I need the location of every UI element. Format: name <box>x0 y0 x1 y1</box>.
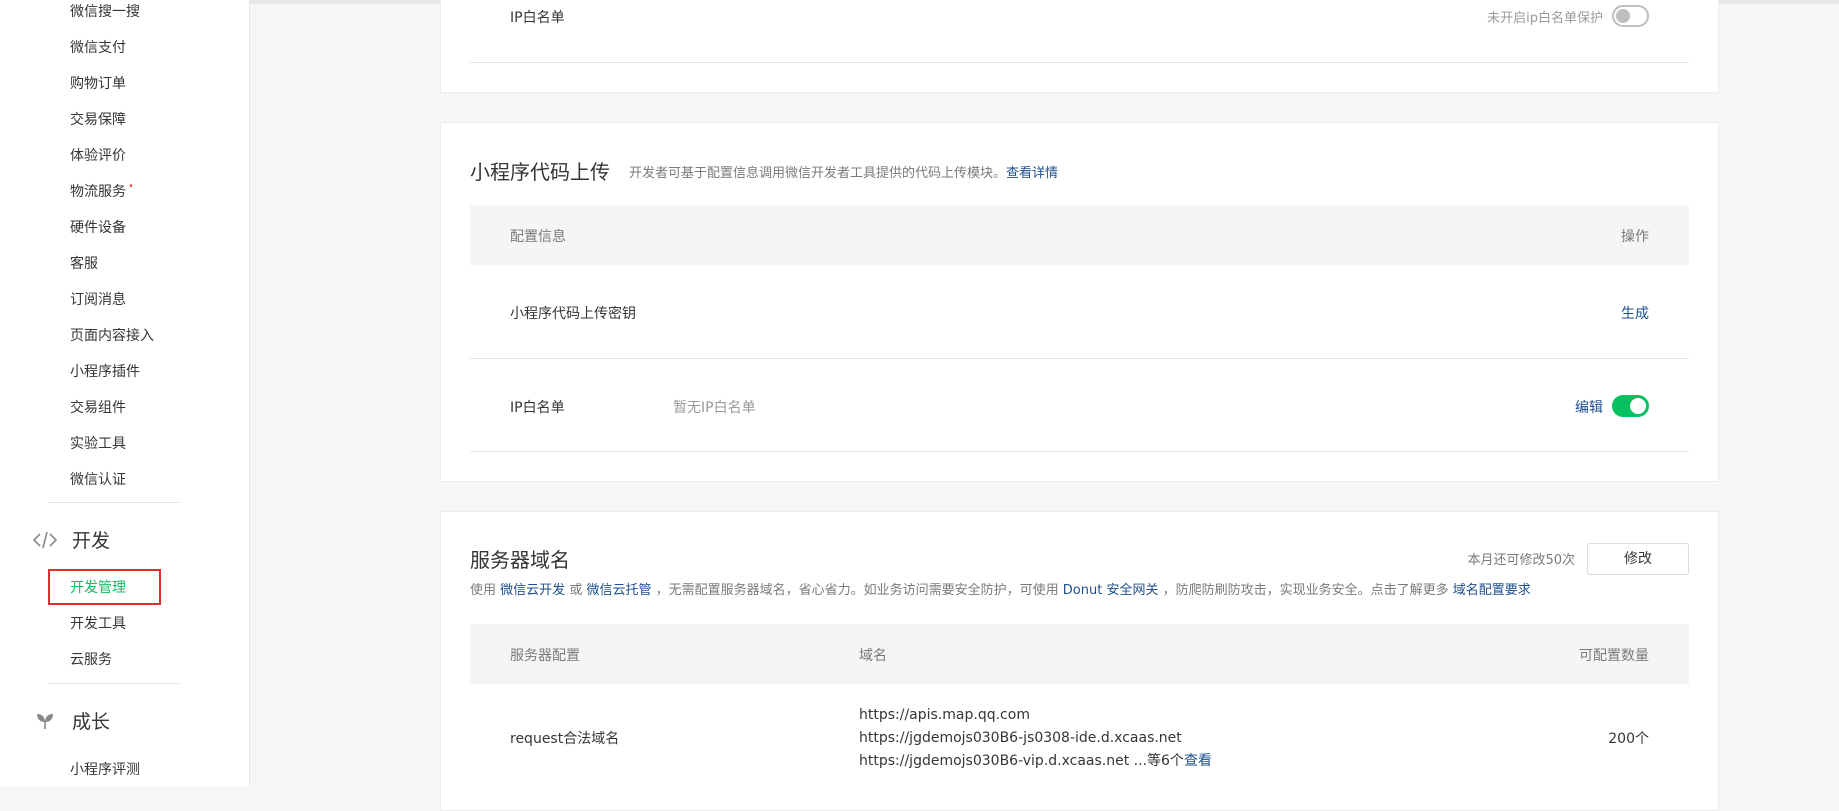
code-upload-desc: 开发者可基于配置信息调用微信开发者工具提供的代码上传模块。查看详情 <box>629 166 1059 181</box>
sidebar-item-wechat-search[interactable]: 微信搜一搜 <box>70 1 140 21</box>
sidebar-item-wechat-pay[interactable]: 微信支付 <box>70 37 126 57</box>
cloud-dev-link[interactable]: 微信云开发 <box>500 583 565 598</box>
request-domain-row: request合法域名 https://apis.map.qq.com http… <box>470 684 1689 794</box>
ip-protection-toggle[interactable] <box>1612 5 1649 27</box>
view-domains-link[interactable]: 查看 <box>1184 753 1212 769</box>
upload-key-row: 小程序代码上传密钥 生成 <box>470 265 1689 359</box>
header-action: 操作 <box>1621 229 1649 245</box>
upload-ip-whitelist-value: 暂无IP白名单 <box>673 400 756 416</box>
code-upload-title: 小程序代码上传 <box>470 160 610 184</box>
header-count: 可配置数量 <box>1579 648 1649 664</box>
code-upload-table-header: 配置信息 操作 <box>470 205 1689 265</box>
ip-whitelist-row: IP白名单 未开启ip白名单保护 <box>470 0 1689 63</box>
code-icon <box>32 529 58 551</box>
domain-entry: https://apis.map.qq.com <box>859 707 1030 723</box>
generate-key-link[interactable]: 生成 <box>1621 303 1649 323</box>
sidebar: 微信搜一搜 微信支付 购物订单 交易保障 体验评价 物流服务 • 硬件设备 客服 … <box>0 0 250 787</box>
donut-gateway-link[interactable]: Donut 安全网关 <box>1063 583 1159 598</box>
sprout-icon <box>32 710 58 732</box>
sidebar-item-evaluation[interactable]: 小程序评测 <box>70 759 140 779</box>
sidebar-item-cloud-service[interactable]: 云服务 <box>70 649 112 669</box>
modify-button[interactable]: 修改 <box>1587 543 1689 575</box>
ip-protection-status-text: 未开启ip白名单保护 <box>1487 11 1603 26</box>
server-domain-title: 服务器域名 <box>470 548 570 572</box>
header-server-config: 服务器配置 <box>510 648 580 664</box>
remaining-edits-text: 本月还可修改50次 <box>1467 553 1575 568</box>
upload-ip-whitelist-label: IP白名单 <box>510 400 565 416</box>
server-table-header: 服务器配置 域名 可配置数量 <box>470 624 1689 684</box>
header-config-info: 配置信息 <box>510 229 566 245</box>
sidebar-divider <box>48 502 180 503</box>
server-domain-desc: 使用 微信云开发 或 微信云托管 ，无需配置服务器域名，省心省力。如业务访问需要… <box>470 583 1531 598</box>
code-upload-card: 小程序代码上传 开发者可基于配置信息调用微信开发者工具提供的代码上传模块。查看详… <box>440 122 1719 482</box>
sidebar-divider <box>48 683 180 684</box>
ip-whitelist-card: IP白名单 未开启ip白名单保护 <box>440 0 1719 93</box>
sidebar-item-page-content[interactable]: 页面内容接入 <box>70 325 154 345</box>
sidebar-item-wechat-verify[interactable]: 微信认证 <box>70 469 126 489</box>
domain-requirements-link[interactable]: 域名配置要求 <box>1453 583 1531 598</box>
edit-ip-whitelist-link[interactable]: 编辑 <box>1575 397 1603 417</box>
sidebar-item-plugins[interactable]: 小程序插件 <box>70 361 140 381</box>
sidebar-item-experience-rating[interactable]: 体验评价 <box>70 145 126 165</box>
domain-entry: https://jgdemojs030B6-js0308-ide.d.xcaas… <box>859 730 1182 746</box>
sidebar-item-customer-service[interactable]: 客服 <box>70 253 98 273</box>
request-domain-list: https://apis.map.qq.com https://jgdemojs… <box>859 704 1212 773</box>
upload-ip-whitelist-toggle[interactable] <box>1612 395 1649 417</box>
sidebar-item-logistics[interactable]: 物流服务 • <box>70 181 134 201</box>
sidebar-item-subscribe-message[interactable]: 订阅消息 <box>70 289 126 309</box>
sidebar-item-trade-component[interactable]: 交易组件 <box>70 397 126 417</box>
sidebar-item-dev-management[interactable]: 开发管理 <box>70 577 126 597</box>
sidebar-item-lab-tools[interactable]: 实验工具 <box>70 433 126 453</box>
sidebar-item-dev-tools[interactable]: 开发工具 <box>70 613 126 633</box>
upload-ip-whitelist-row: IP白名单 暂无IP白名单 编辑 <box>470 359 1689 452</box>
view-details-link[interactable]: 查看详情 <box>1006 166 1058 181</box>
sidebar-item-orders[interactable]: 购物订单 <box>70 73 126 93</box>
sidebar-group-dev-label: 开发 <box>72 530 111 552</box>
ip-whitelist-label: IP白名单 <box>510 10 565 26</box>
header-domain: 域名 <box>859 648 887 664</box>
sidebar-item-trade-guarantee[interactable]: 交易保障 <box>70 109 126 129</box>
request-domain-label: request合法域名 <box>510 731 620 747</box>
cloud-hosting-link[interactable]: 微信云托管 <box>586 583 651 598</box>
sidebar-item-hardware[interactable]: 硬件设备 <box>70 217 126 237</box>
server-domain-card: 服务器域名 本月还可修改50次 修改 使用 微信云开发 或 微信云托管 ，无需配… <box>440 511 1719 811</box>
sidebar-group-growth-label: 成长 <box>72 711 111 733</box>
request-domain-count: 200个 <box>1608 731 1649 747</box>
upload-key-label: 小程序代码上传密钥 <box>510 306 636 322</box>
sidebar-group-dev[interactable]: 开发 <box>32 526 110 553</box>
domain-entry: https://jgdemojs030B6-vip.d.xcaas.net ..… <box>859 753 1184 769</box>
sidebar-group-growth[interactable]: 成长 <box>32 707 110 734</box>
new-dot-badge: • <box>128 181 134 192</box>
